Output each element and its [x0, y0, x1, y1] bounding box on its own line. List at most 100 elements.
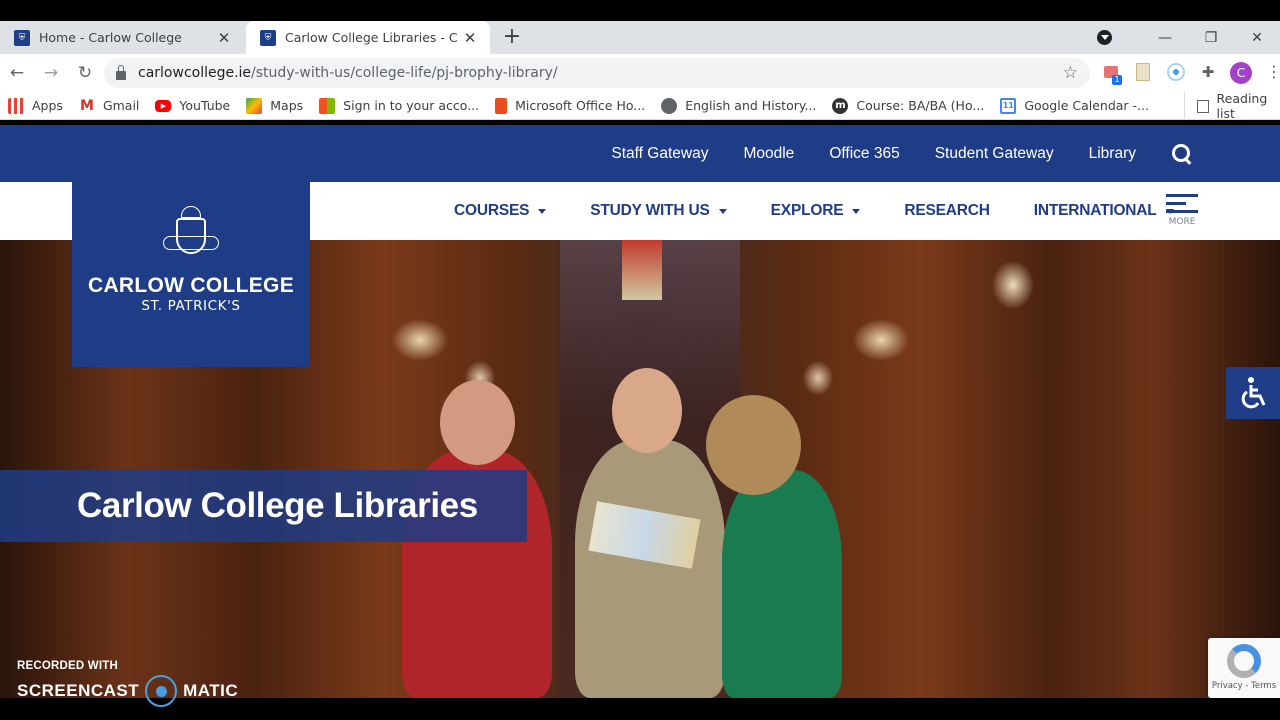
- microsoft-icon: [319, 97, 336, 114]
- nav-label: EXPLORE: [770, 202, 844, 219]
- accessibility-button[interactable]: [1226, 367, 1280, 419]
- tab-title: Carlow College Libraries - Carlow: [285, 30, 458, 45]
- extension-badge: 1: [1112, 75, 1122, 85]
- recaptcha-links[interactable]: Privacy - Terms: [1208, 681, 1280, 691]
- extensions-puzzle-icon[interactable]: ✚: [1199, 63, 1217, 81]
- apps-grid-icon: [8, 97, 24, 114]
- screencast-logo-icon: [145, 675, 178, 707]
- recaptcha-badge[interactable]: Privacy - Terms: [1208, 638, 1280, 698]
- nav-label: COURSES: [454, 202, 530, 219]
- hamburger-line: [1166, 210, 1198, 213]
- hero-title-banner: Carlow College Libraries: [0, 470, 527, 542]
- forward-icon[interactable]: →: [34, 63, 68, 83]
- lock-icon[interactable]: [116, 64, 126, 80]
- nav-international[interactable]: INTERNATIONAL: [1034, 202, 1174, 220]
- office-icon: [495, 97, 508, 114]
- nav-study-with-us[interactable]: STUDY WITH US: [590, 202, 727, 220]
- tab-home[interactable]: ⛨ Home - Carlow College ✕: [0, 21, 244, 54]
- website-viewport: Staff Gateway Moodle Office 365 Student …: [0, 125, 1280, 698]
- screen: ⛨ Home - Carlow College ✕ ⛨ Carlow Colle…: [0, 0, 1280, 720]
- nav-label: STUDY WITH US: [590, 202, 710, 219]
- profile-avatar[interactable]: C: [1230, 62, 1252, 84]
- link-moodle[interactable]: Moodle: [743, 145, 794, 163]
- link-student-gateway[interactable]: Student Gateway: [935, 145, 1054, 163]
- student-head: [440, 380, 515, 465]
- recaptcha-icon: [1227, 644, 1261, 678]
- more-label: MORE: [1168, 217, 1196, 227]
- bookmark-maps[interactable]: Maps: [246, 97, 304, 114]
- nav-explore[interactable]: EXPLORE: [771, 202, 861, 220]
- chevron-down-icon: [538, 208, 547, 214]
- bookmark-label: Microsoft Office Ho...: [515, 98, 646, 113]
- close-tab-icon[interactable]: ✕: [458, 29, 482, 47]
- tab-libraries[interactable]: ⛨ Carlow College Libraries - Carlow ✕: [246, 21, 490, 54]
- reading-list-label: Reading list: [1216, 91, 1268, 121]
- extension-record-icon[interactable]: [1167, 63, 1185, 81]
- lecturer-head: [612, 368, 682, 453]
- watermark-right: MATIC: [183, 681, 239, 700]
- extension-note-icon[interactable]: [1136, 63, 1150, 81]
- reading-list-button[interactable]: Reading list: [1184, 91, 1280, 121]
- nav-label: INTERNATIONAL: [1033, 202, 1157, 219]
- bookmark-label: Sign in to your acco...: [343, 98, 480, 113]
- bookmark-english-history[interactable]: English and History...: [661, 97, 817, 114]
- restore-icon[interactable]: ❐: [1188, 30, 1234, 46]
- bookmark-microsoft-signin[interactable]: Sign in to your acco...: [319, 97, 480, 114]
- college-favicon-icon: ⛨: [14, 29, 30, 46]
- nav-label: RESEARCH: [904, 202, 990, 219]
- nav-courses[interactable]: COURSES: [454, 202, 547, 220]
- recorded-with-label: RECORDED WITH: [17, 660, 118, 672]
- extension-icon[interactable]: 1: [1102, 63, 1122, 85]
- link-library[interactable]: Library: [1089, 145, 1136, 163]
- search-icon[interactable]: [1172, 143, 1192, 164]
- stained-glass-window: [622, 240, 662, 300]
- college-logo[interactable]: CARLOW COLLEGE ST. PATRICK'S: [72, 182, 310, 367]
- hamburger-icon: [1166, 194, 1198, 197]
- bookmark-label: Google Calendar -...: [1024, 98, 1149, 113]
- browser-menu-icon[interactable]: ⋮: [1266, 62, 1280, 81]
- url-domain: carlowcollege.ie: [138, 65, 252, 81]
- address-bar[interactable]: carlowcollege.ie/study-with-us/college-l…: [104, 58, 1090, 88]
- bookmark-apps[interactable]: Apps: [8, 97, 63, 114]
- bookmark-label: YouTube: [179, 98, 231, 113]
- lecturer-tan-jacket: [575, 440, 725, 698]
- chevron-down-icon: [852, 208, 861, 214]
- wheelchair-icon: [1241, 377, 1266, 409]
- link-staff-gateway[interactable]: Staff Gateway: [611, 145, 708, 163]
- new-tab-button[interactable]: +: [500, 24, 524, 49]
- bookmark-label: English and History...: [685, 98, 817, 113]
- back-icon[interactable]: ←: [0, 63, 34, 83]
- bookmark-label: Gmail: [102, 98, 140, 113]
- url-path: /study-with-us/college-life/pj-brophy-li…: [251, 65, 558, 81]
- reload-icon[interactable]: ↻: [68, 63, 102, 83]
- globe-icon: [661, 97, 678, 114]
- watermark-left: SCREENCAST: [17, 681, 140, 700]
- gmail-icon: M: [79, 97, 94, 114]
- link-office-365[interactable]: Office 365: [829, 145, 899, 163]
- bookmark-gmail[interactable]: M Gmail: [79, 98, 139, 114]
- youtube-icon: ▶: [155, 99, 172, 112]
- bookmarks-bar: Apps M Gmail ▶ YouTube Maps Sign in to y…: [0, 91, 1280, 121]
- minimize-icon[interactable]: —: [1142, 30, 1188, 46]
- chevron-down-icon: [718, 208, 727, 214]
- tab-strip: ⛨ Home - Carlow College ✕ ⛨ Carlow Colle…: [0, 21, 1280, 54]
- nav-research[interactable]: RESEARCH: [904, 202, 990, 220]
- logo-name: CARLOW COLLEGE: [87, 274, 295, 297]
- close-window-icon[interactable]: ✕: [1234, 30, 1280, 46]
- bookmark-course[interactable]: m Course: BA/BA (Ho...: [832, 97, 985, 114]
- more-menu-button[interactable]: MORE: [1166, 194, 1198, 227]
- bookmark-youtube[interactable]: ▶ YouTube: [155, 98, 230, 113]
- student-head: [706, 395, 801, 495]
- bookmark-office[interactable]: Microsoft Office Ho...: [495, 97, 646, 114]
- utility-nav: Staff Gateway Moodle Office 365 Student …: [0, 125, 1280, 182]
- tab-search-icon[interactable]: [1097, 30, 1112, 45]
- calendar-icon: 11: [1000, 97, 1017, 114]
- college-favicon-icon: ⛨: [260, 29, 276, 46]
- bookmark-google-calendar[interactable]: 11 Google Calendar -...: [1000, 97, 1149, 114]
- moodle-icon: m: [832, 97, 849, 114]
- bookmark-label: Course: BA/BA (Ho...: [856, 98, 985, 113]
- bookmark-label: Apps: [32, 98, 63, 113]
- bookmark-star-icon[interactable]: ☆: [1063, 63, 1078, 83]
- bookmark-label: Maps: [270, 98, 304, 113]
- close-tab-icon[interactable]: ✕: [212, 29, 236, 47]
